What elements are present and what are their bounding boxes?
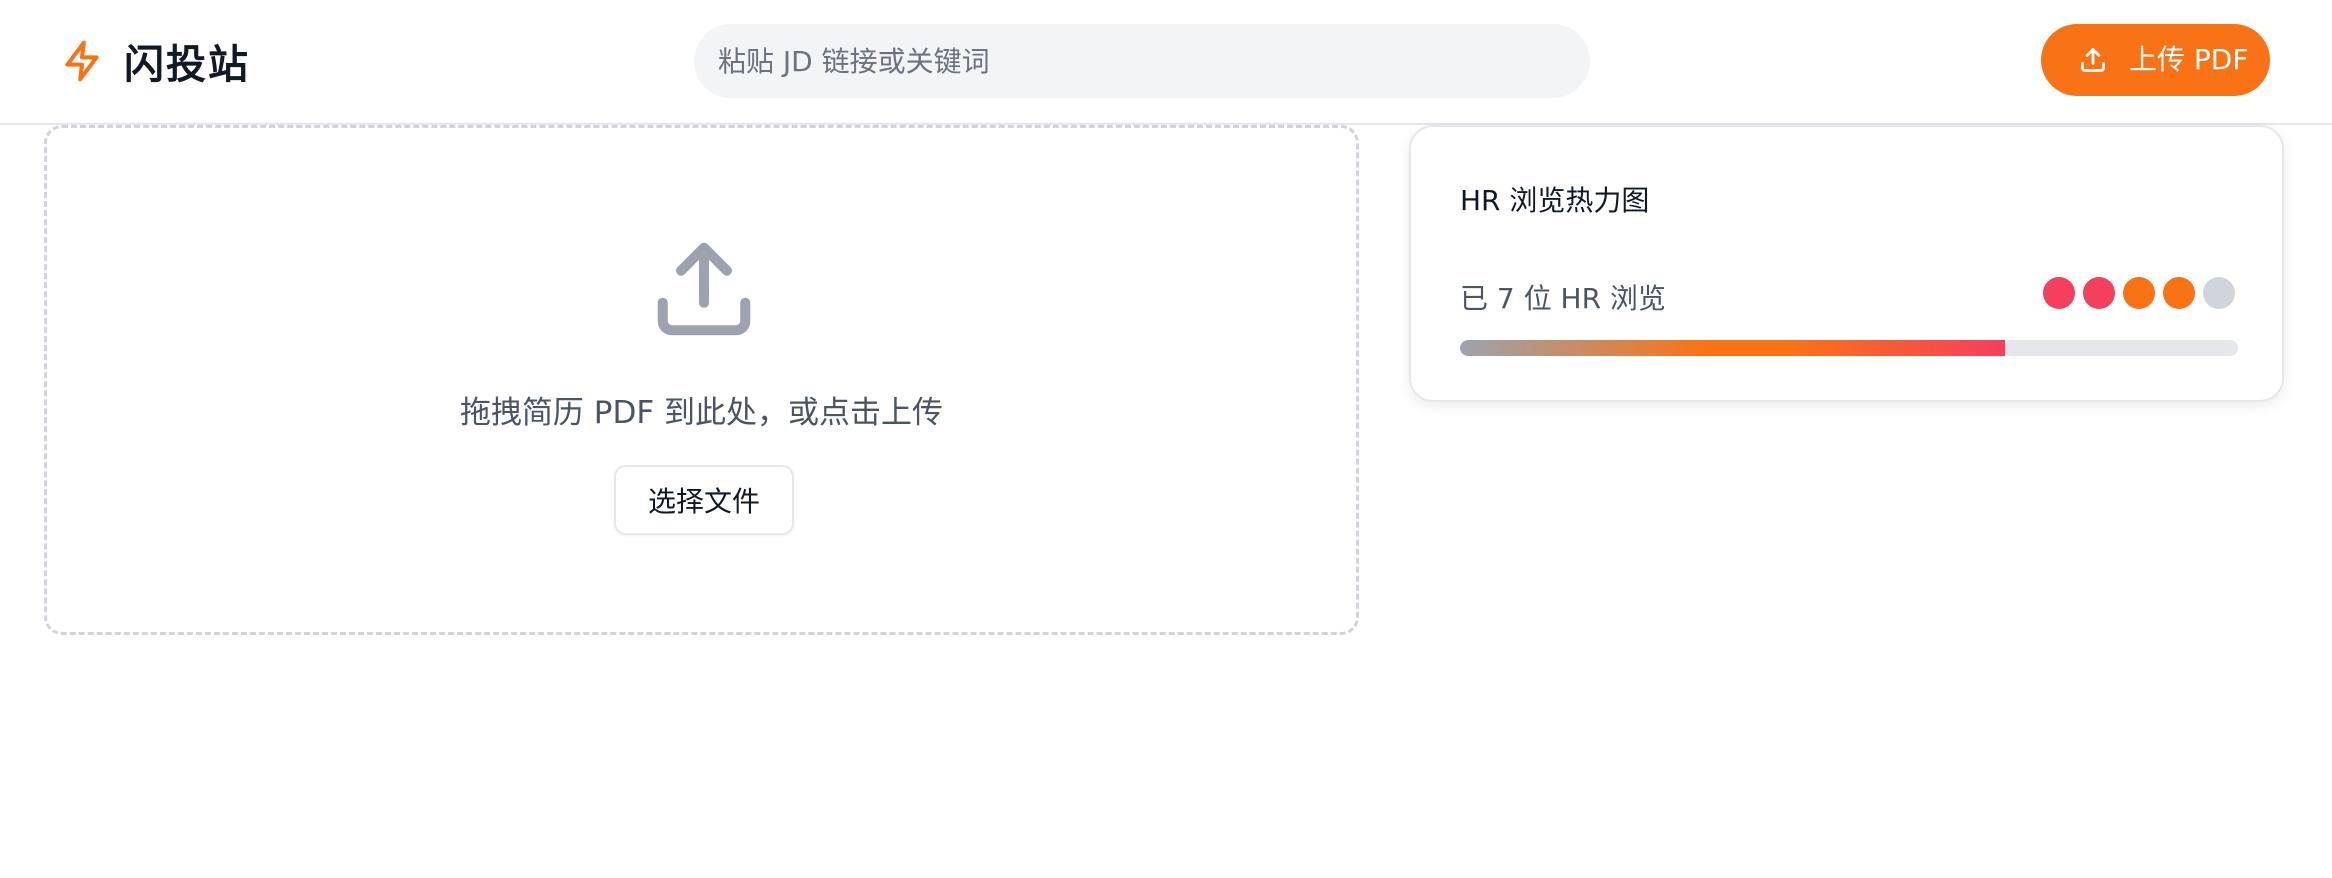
upload-icon (2079, 46, 2107, 74)
choose-file-button[interactable]: 选择文件 (614, 465, 794, 535)
brand-logo[interactable]: 闪投站 (58, 34, 250, 88)
heat-dot (2163, 277, 2195, 309)
brand-name: 闪投站 (124, 42, 250, 88)
heat-progress-fill (1460, 340, 2005, 356)
heat-dot (2123, 277, 2155, 309)
dropzone-hint: 拖拽简历 PDF 到此处，或点击上传 (459, 395, 944, 431)
heat-dot (2083, 277, 2115, 309)
upload-icon (649, 234, 759, 344)
heat-dot (2043, 277, 2075, 309)
search-input[interactable] (694, 24, 1590, 98)
upload-pdf-button[interactable]: 上传 PDF (2041, 24, 2270, 96)
hr-heatmap-card: HR 浏览热力图 已 7 位 HR 浏览 (1409, 125, 2284, 402)
heat-dots (2043, 277, 2235, 309)
heat-progress-track (1460, 340, 2238, 356)
hr-views-text: 已 7 位 HR 浏览 (1460, 282, 1666, 315)
top-header: 闪投站 上传 PDF (0, 0, 2332, 125)
resume-dropzone[interactable]: 拖拽简历 PDF 到此处，或点击上传 选择文件 (44, 125, 1359, 635)
heat-dot (2203, 277, 2235, 309)
upload-pdf-label: 上传 PDF (2129, 43, 2249, 76)
heatmap-title: HR 浏览热力图 (1460, 184, 1650, 217)
lightning-bolt-icon (58, 34, 106, 88)
